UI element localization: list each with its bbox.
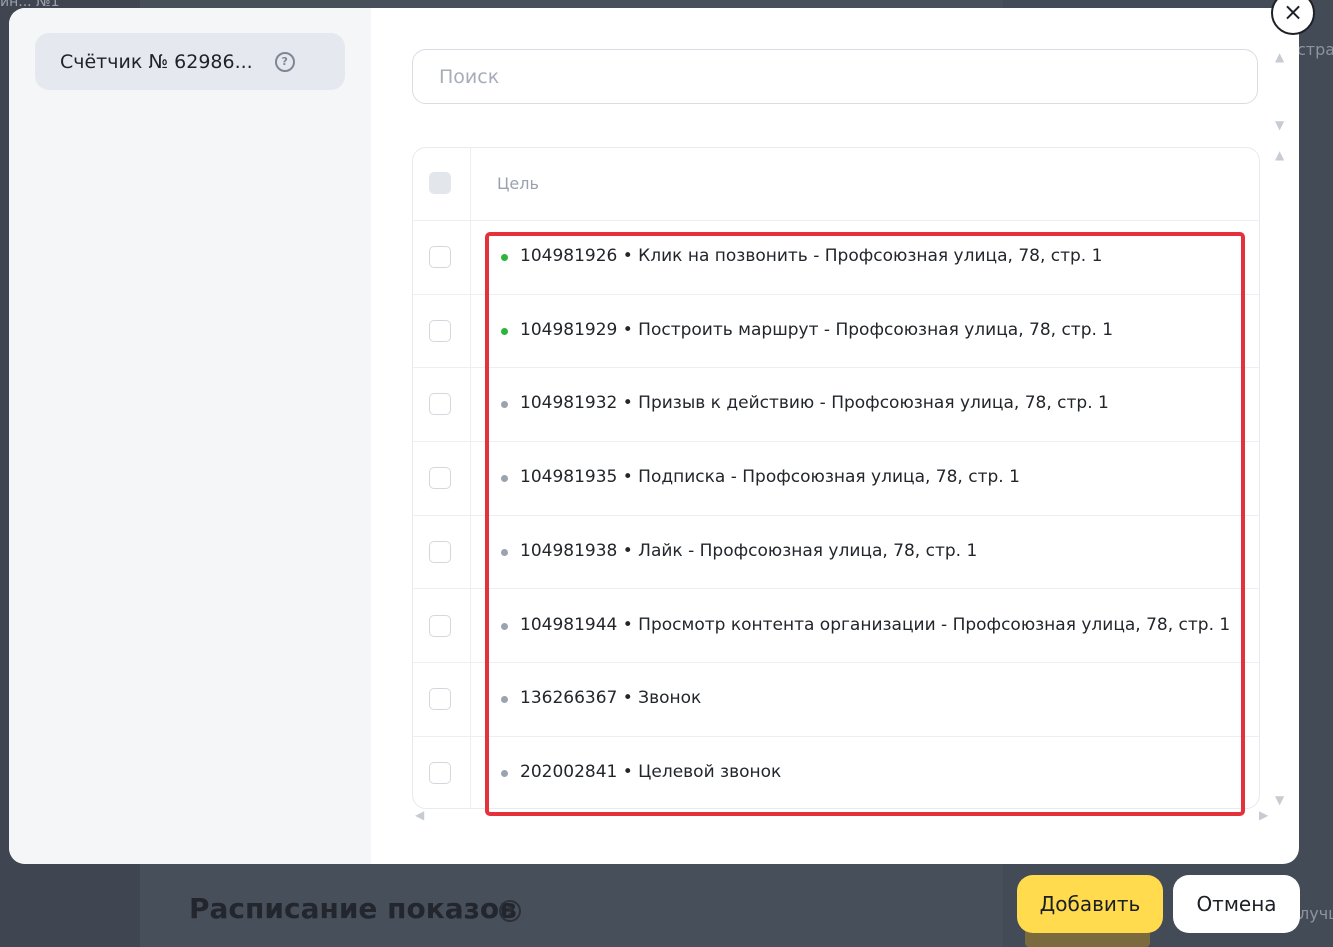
modal-sidebar: Счётчик № 62986... ? <box>9 8 371 864</box>
scroll-down-icon[interactable]: ▼ <box>1275 118 1284 132</box>
row-checkbox[interactable] <box>429 393 451 416</box>
add-button[interactable]: Добавить <box>1017 875 1163 933</box>
counter-label: Счётчик № 62986... <box>60 50 253 73</box>
background-schedule-heading: Расписание показов <box>189 892 517 925</box>
select-all-checkbox[interactable] <box>429 172 451 194</box>
help-icon: ? <box>499 900 521 922</box>
row-checkbox[interactable] <box>429 614 451 637</box>
row-checkbox[interactable] <box>429 540 451 563</box>
scroll-up-icon[interactable]: ▲ <box>1275 50 1284 64</box>
scroll-down-icon[interactable]: ▼ <box>1275 793 1284 807</box>
row-checkbox[interactable] <box>429 688 451 711</box>
highlight-annotation-box <box>485 232 1245 816</box>
row-checkbox[interactable] <box>429 246 451 268</box>
background-right-text-bottom: лучш <box>1299 904 1333 923</box>
row-checkbox[interactable] <box>429 467 451 490</box>
row-checkbox[interactable] <box>429 761 451 784</box>
scroll-right-icon[interactable]: ▶ <box>1259 808 1268 822</box>
search-field[interactable] <box>412 49 1258 104</box>
help-icon[interactable]: ? <box>274 51 295 72</box>
counter-tab[interactable]: Счётчик № 62986... ? <box>35 33 345 90</box>
search-input[interactable] <box>437 64 1221 89</box>
table-header: Цель <box>413 148 1259 221</box>
column-title-goal: Цель <box>497 174 539 193</box>
scroll-up-icon[interactable]: ▲ <box>1275 148 1284 162</box>
row-checkbox[interactable] <box>429 319 451 342</box>
cancel-button[interactable]: Отмена <box>1173 875 1300 933</box>
background-right-text-top: стра <box>1297 40 1333 59</box>
scroll-left-icon[interactable]: ◀ <box>415 808 424 822</box>
